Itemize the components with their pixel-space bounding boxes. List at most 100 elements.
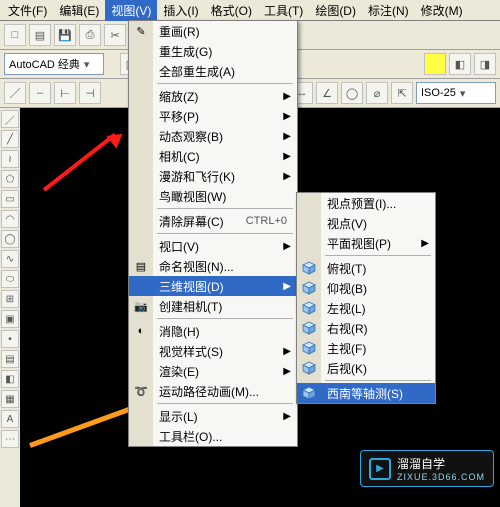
view-menu-item[interactable]: 漫游和飞行(K)▶ <box>129 166 297 186</box>
cube-view-icon <box>300 280 318 296</box>
block-tool-icon[interactable]: ▣ <box>1 310 19 328</box>
view-menu-item[interactable]: 鸟瞰视图(W) <box>129 186 297 206</box>
menu-format[interactable]: 格式(O) <box>205 0 258 21</box>
view-menu-item[interactable]: 创建相机(T)📷 <box>129 296 297 316</box>
view-menu-item[interactable]: 清除屏幕(C)CTRL+0 <box>129 211 297 231</box>
ellipse-tool-icon[interactable]: ⬭ <box>1 270 19 288</box>
swatch2-icon[interactable]: ◨ <box>474 53 496 75</box>
pline-tool-icon[interactable]: ≀ <box>1 150 19 168</box>
menu-dimension[interactable]: 标注(N) <box>362 0 415 21</box>
menu-insert[interactable]: 插入(I) <box>157 0 204 21</box>
view-menu-item[interactable]: 运动路径动画(M)...➰ <box>129 381 297 401</box>
view-menu-item[interactable]: 缩放(Z)▶ <box>129 86 297 106</box>
workspace-combo[interactable]: AutoCAD 经典 ▾ <box>4 53 104 75</box>
named-view-icon: ▤ <box>132 258 150 274</box>
line-tool-icon[interactable]: ／ <box>1 110 19 128</box>
cube-view-icon <box>300 300 318 316</box>
submenu-arrow-icon: ▶ <box>283 281 291 292</box>
menu-edit[interactable]: 编辑(E) <box>53 0 105 21</box>
xline-tool-icon[interactable]: ╱ <box>1 130 19 148</box>
point-tool-icon[interactable]: • <box>1 330 19 348</box>
view-menu-item[interactable]: 三维视图(D)▶ <box>129 276 297 296</box>
cut-icon[interactable]: ✂ <box>104 24 126 46</box>
menu-view[interactable]: 视图(V) <box>105 0 157 21</box>
text-tool-icon[interactable]: A <box>1 410 19 428</box>
annotation-arrow-red <box>43 133 116 192</box>
submenu-arrow-icon: ▶ <box>283 171 291 182</box>
color-icon[interactable] <box>424 53 446 75</box>
view3d-submenu[interactable]: 视点预置(I)...视点(V)平面视图(P)▶ 俯视(T)仰视(B)左视(L)右视… <box>296 192 436 404</box>
dim2-icon[interactable]: ⊣ <box>79 82 101 104</box>
view-menu-item[interactable]: 平移(P)▶ <box>129 106 297 126</box>
arc-tool-icon[interactable]: ◠ <box>1 210 19 228</box>
line-icon[interactable]: ／ <box>4 82 26 104</box>
table-tool-icon[interactable]: ▦ <box>1 390 19 408</box>
hide-icon: ◐ <box>132 323 150 339</box>
menu-file[interactable]: 文件(F) <box>2 0 53 21</box>
view-menu-item[interactable]: 视觉样式(S)▶ <box>129 341 297 361</box>
region-tool-icon[interactable]: ◧ <box>1 370 19 388</box>
view3d-menu-item[interactable]: 仰视(B) <box>297 278 435 298</box>
view-menu-item[interactable]: 相机(C)▶ <box>129 146 297 166</box>
dim-dia-icon[interactable]: ⌀ <box>366 82 388 104</box>
dim-ord-icon[interactable]: ⇱ <box>391 82 413 104</box>
view-menu-item[interactable]: 重生成(G) <box>129 41 297 61</box>
redraw-icon: ✎ <box>132 23 150 39</box>
view3d-menu-item[interactable]: 左视(L) <box>297 298 435 318</box>
dim-rad-icon[interactable]: ◯ <box>341 82 363 104</box>
view-menu-dropdown[interactable]: 重画(R)✎重生成(G)全部重生成(A) 缩放(Z)▶平移(P)▶动态观察(B)▶… <box>128 20 298 447</box>
view-menu-item[interactable]: 视口(V)▶ <box>129 236 297 256</box>
view-menu-item[interactable]: 显示(L)▶ <box>129 406 297 426</box>
submenu-arrow-icon: ▶ <box>283 241 291 252</box>
annotation-arrowhead-red <box>107 127 128 148</box>
view-menu-item[interactable]: 重画(R)✎ <box>129 21 297 41</box>
view-menu-item[interactable]: 命名视图(N)...▤ <box>129 256 297 276</box>
menu-modify[interactable]: 修改(M) <box>415 0 469 21</box>
more-tool-icon[interactable]: ⋯ <box>1 430 19 448</box>
circle-tool-icon[interactable]: ◯ <box>1 230 19 248</box>
dim1-icon[interactable]: ⊢ <box>54 82 76 104</box>
submenu-arrow-icon: ▶ <box>283 366 291 377</box>
shortcut-label: CTRL+0 <box>246 215 287 227</box>
menu-tools[interactable]: 工具(T) <box>258 0 309 21</box>
swatch-icon[interactable]: ◧ <box>449 53 471 75</box>
motion-icon: ➰ <box>132 383 150 399</box>
cube-view-icon <box>300 320 318 336</box>
main-menu-bar[interactable]: 文件(F) 编辑(E) 视图(V) 插入(I) 格式(O) 工具(T) 绘图(D… <box>0 0 500 21</box>
insert-tool-icon[interactable]: ⊞ <box>1 290 19 308</box>
dimstyle-combo[interactable]: ISO-25 ▾ <box>416 82 496 104</box>
dimstyle-combo-value: ISO-25 <box>421 87 456 99</box>
view-menu-item[interactable]: 动态观察(B)▶ <box>129 126 297 146</box>
view-menu-item[interactable]: 渲染(E)▶ <box>129 361 297 381</box>
view-menu-item[interactable]: 工具栏(O)... <box>129 426 297 446</box>
dim-ang-icon[interactable]: ∠ <box>316 82 338 104</box>
menu-draw[interactable]: 绘图(D) <box>309 0 362 21</box>
view3d-menu-item[interactable]: 俯视(T) <box>297 258 435 278</box>
submenu-arrow-icon: ▶ <box>283 151 291 162</box>
chevron-down-icon: ▾ <box>84 58 90 71</box>
polygon-tool-icon[interactable]: ⬠ <box>1 170 19 188</box>
watermark-sub: ZIXUE.3D66.COM <box>397 472 485 482</box>
dash-icon[interactable]: ┄ <box>29 82 51 104</box>
spline-tool-icon[interactable]: ∿ <box>1 250 19 268</box>
play-icon: ▶ <box>369 458 391 480</box>
new-icon[interactable]: □ <box>4 24 26 46</box>
save-icon[interactable]: 💾 <box>54 24 76 46</box>
view3d-menu-item[interactable]: 视点(V) <box>297 213 435 233</box>
view-menu-item[interactable]: 全部重生成(A) <box>129 61 297 81</box>
open-icon[interactable]: ▤ <box>29 24 51 46</box>
hatch-tool-icon[interactable]: ▤ <box>1 350 19 368</box>
print-icon[interactable]: ⎙ <box>79 24 101 46</box>
camera-icon: 📷 <box>132 298 150 314</box>
view3d-menu-item[interactable]: 视点预置(I)... <box>297 193 435 213</box>
view3d-menu-item[interactable]: 主视(F) <box>297 338 435 358</box>
view3d-menu-item[interactable]: 后视(K) <box>297 358 435 378</box>
view3d-menu-item[interactable]: 西南等轴测(S) <box>297 383 435 403</box>
view-menu-item[interactable]: 消隐(H)◐ <box>129 321 297 341</box>
rect-tool-icon[interactable]: ▭ <box>1 190 19 208</box>
view3d-menu-item[interactable]: 右视(R) <box>297 318 435 338</box>
submenu-arrow-icon: ▶ <box>283 131 291 142</box>
chevron-down-icon: ▾ <box>460 87 466 100</box>
annotation-arrow-orange <box>29 402 143 448</box>
view3d-menu-item[interactable]: 平面视图(P)▶ <box>297 233 435 253</box>
